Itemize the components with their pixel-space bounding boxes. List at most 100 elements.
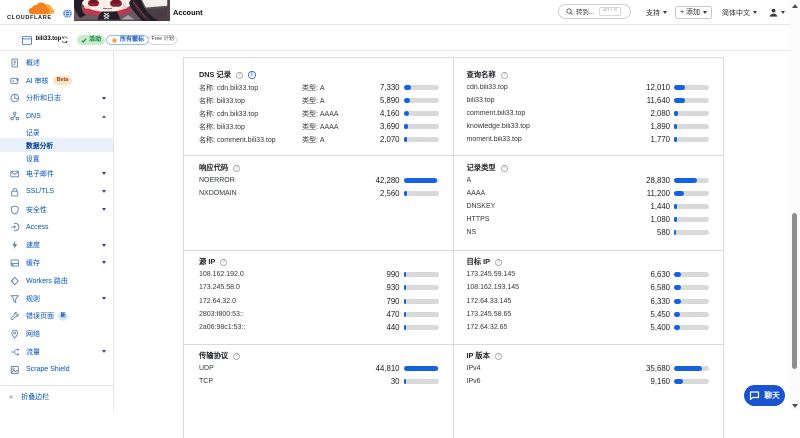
top-header: CLOUDFLARE Account 转到... ctrl + K 支持 + 添… (0, 0, 800, 25)
chat-button[interactable]: 聊天 (744, 385, 785, 406)
sidebar-item-ai-[interactable]: AI 审核 Beta (0, 72, 113, 90)
collapse-sidebar-button[interactable]: « 折叠边栏 (0, 386, 113, 408)
stat-label: 2a06:98c1:53:: (199, 323, 246, 331)
stat-value: 5,400 (650, 322, 670, 332)
scrollbar-thumb[interactable] (792, 213, 797, 369)
stat-label: HTTPS (466, 216, 490, 224)
support-menu[interactable]: 支持 (646, 0, 667, 25)
stat-panel-title: 传输协议? (199, 350, 439, 362)
stat-label: knowledge.bili33.top (466, 123, 530, 131)
status-badge-active: 活动 (77, 35, 106, 45)
globe-icon[interactable] (63, 9, 72, 18)
stat-row: UDP 44,810 (199, 362, 439, 375)
search-placeholder: 转到... (576, 9, 595, 16)
sidebar-item-label: 规则 (26, 295, 40, 303)
stat-panel-title-text: 传输协议 (199, 351, 229, 361)
stat-panel-查询名称: 查询名称? cdn.bili33.top 12,010 bili33.top 11,64… (454, 58, 724, 155)
stat-bar-fill (674, 366, 703, 372)
stat-bar (674, 204, 709, 210)
help-icon[interactable]: ? (500, 164, 508, 172)
help-icon[interactable]: ? (236, 71, 244, 79)
search-input[interactable]: 转到... ctrl + K (558, 4, 631, 19)
sidebar-item-label: 概述 (26, 59, 40, 67)
sidebar-item--[interactable]: 错误页面新 (0, 307, 113, 325)
stat-row: IPv4 35,680 (467, 362, 709, 375)
stat-label: 173.245.59.145 (466, 271, 516, 279)
add-button[interactable]: + 添加 (675, 5, 712, 19)
sidebar-item--[interactable]: 安全性 (0, 201, 113, 219)
stat-panel-title-text: 源 IP (199, 257, 216, 267)
stat-row: A 28,830 (466, 174, 709, 187)
dns-icon (10, 111, 20, 122)
sidebar-item-label: 流量 (26, 348, 40, 356)
filter-info-icon[interactable]: i (248, 71, 256, 79)
swap-zone-icon[interactable] (61, 36, 69, 44)
scroll-up-arrow-icon[interactable] (792, 4, 798, 8)
help-icon[interactable]: ? (233, 164, 241, 172)
stat-panel-title: IP 版本? (467, 350, 710, 362)
page-scrollbar[interactable] (790, 0, 800, 411)
stat-bar (403, 324, 439, 330)
sidebar-item--[interactable]: 电子邮件 (0, 165, 113, 183)
card-section-3: 源 IP? 108.162.192.0 990 173.245.58.0 930 172.… (184, 250, 723, 344)
stat-row: 173.245.58.65 5,450 (467, 308, 709, 321)
traffic-icon (10, 347, 20, 357)
stat-bar (674, 379, 709, 385)
stat-panel-title-text: DNS 记录 (199, 70, 232, 79)
email-icon (10, 169, 20, 179)
sidebar-item--[interactable]: 规则 (0, 290, 113, 308)
chat-bubble-icon (750, 390, 760, 400)
sidebar-item--[interactable]: 缓存 (0, 254, 113, 272)
sidebar-item--[interactable]: 设置 (0, 152, 113, 165)
help-icon[interactable]: ? (233, 352, 241, 360)
sidebar-item--[interactable]: 概述 (0, 54, 113, 72)
beta-badge: Beta (52, 76, 73, 85)
stat-row: NOERROR 42,280 (199, 174, 439, 187)
search-icon (566, 8, 573, 15)
help-icon[interactable]: ? (220, 258, 228, 266)
card-section-1: DNS 记录? i 名称: cdn.bili33.top 类型: A 7,330 名称: … (184, 57, 723, 155)
sidebar-item--[interactable]: 流量 (0, 343, 113, 361)
stat-bar-fill (403, 111, 409, 117)
stat-label: A (466, 177, 472, 185)
stat-bar-fill (403, 137, 407, 143)
sidebar-item-label: AI 审核 (26, 77, 49, 85)
stat-bar (403, 311, 439, 317)
stat-label: 108.162.193.145 (466, 284, 520, 292)
sidebar-item-access[interactable]: Access (0, 218, 113, 236)
language-menu[interactable]: 简体中文 (722, 0, 757, 25)
scroll-down-arrow-icon[interactable] (792, 404, 798, 408)
record-name: 名称: bili33.top (199, 97, 245, 105)
stat-bar (674, 111, 709, 117)
sidebar-item-scrape-shield[interactable]: Scrape Shield (0, 361, 113, 379)
sidebar-item--[interactable]: 记录 (0, 125, 113, 138)
help-icon[interactable]: ? (500, 71, 508, 79)
sidebar-item--[interactable]: 网络 (0, 325, 113, 343)
sidebar-item--[interactable]: 数据分析 (0, 138, 113, 152)
help-icon[interactable]: ? (495, 258, 503, 266)
stat-bar (403, 98, 439, 104)
sidebar-item--[interactable]: 速度 (0, 236, 113, 254)
sidebar-item-workers-[interactable]: Workers 路由 (0, 272, 113, 290)
stat-bar-fill (403, 124, 409, 130)
account-label[interactable]: Account (173, 8, 203, 17)
help-icon[interactable]: ? (494, 352, 502, 360)
chevron-down-icon (702, 10, 707, 14)
sidebar-item--[interactable]: 分析和日志 (0, 90, 113, 108)
chevron-down-icon (102, 96, 106, 100)
sidebar-item-dns[interactable]: DNS (0, 107, 113, 125)
sidebar-item-label: Access (26, 223, 49, 231)
chevron-down-icon (102, 208, 106, 212)
stat-row: cdn.bili33.top 12,010 (467, 81, 709, 94)
stat-bar-fill (403, 298, 407, 304)
chevron-down-icon (102, 172, 106, 176)
sidebar-item-ssl-tls[interactable]: SSL/TLS (0, 183, 113, 201)
stat-bar-fill (674, 272, 681, 278)
stat-panel-源 IP: 源 IP? 108.162.192.0 990 173.245.58.0 930 172.… (184, 251, 454, 344)
chevron-down-icon (781, 11, 785, 14)
stat-label: NS (466, 229, 477, 237)
user-menu[interactable] (769, 0, 785, 25)
account-avatar[interactable] (74, 0, 170, 21)
stat-panel-title-text: 查询名称 (466, 70, 496, 79)
zone-name[interactable]: bili33.top (36, 35, 62, 42)
